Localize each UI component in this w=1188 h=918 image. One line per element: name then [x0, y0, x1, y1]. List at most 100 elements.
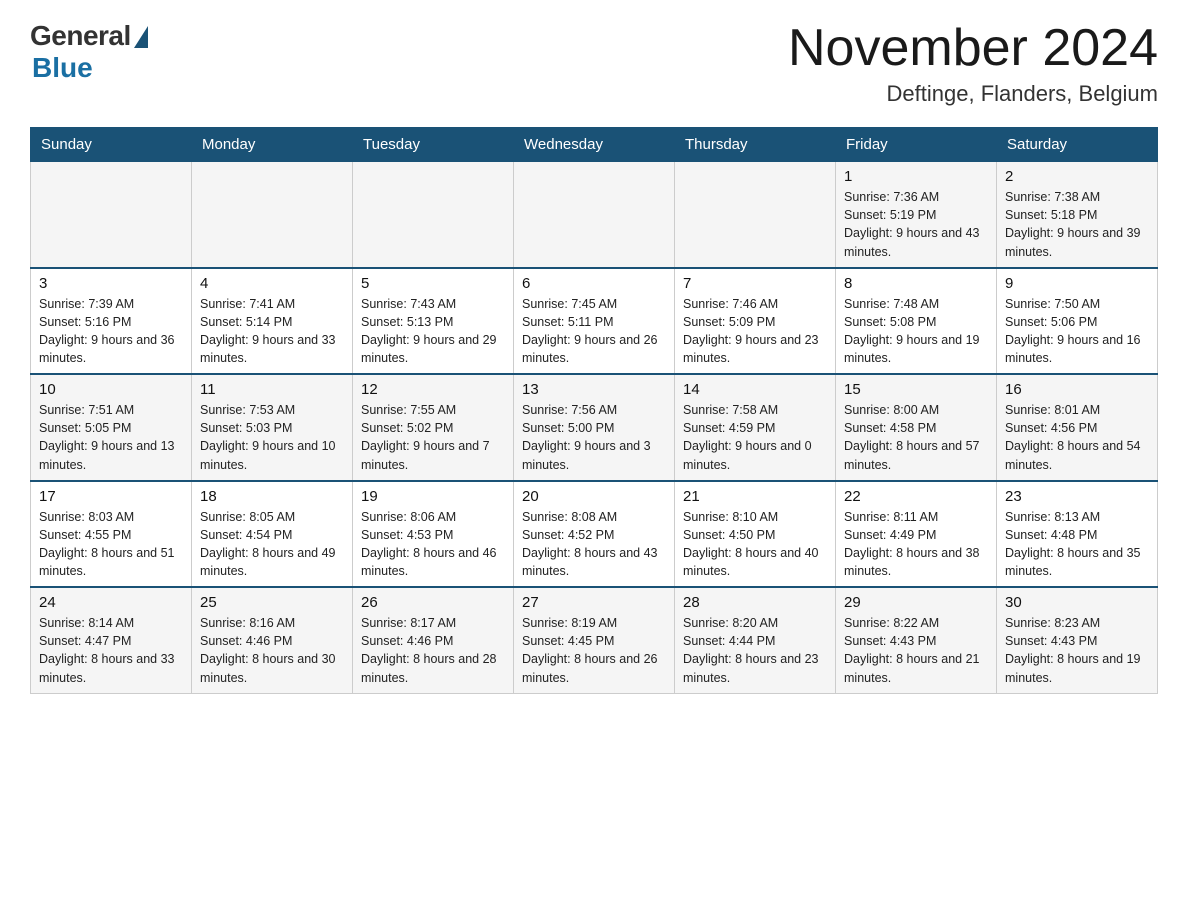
logo-general-text: General — [30, 20, 131, 52]
day-number: 3 — [39, 275, 183, 292]
day-number: 6 — [522, 275, 666, 292]
day-number: 28 — [683, 594, 827, 611]
day-number: 26 — [361, 594, 505, 611]
calendar-cell: 2Sunrise: 7:38 AMSunset: 5:18 PMDaylight… — [997, 162, 1158, 268]
day-number: 8 — [844, 275, 988, 292]
calendar-cell: 3 Sunrise: 7:39 AMSunset: 5:16 PMDaylight… — [31, 268, 192, 375]
day-number: 20 — [522, 488, 666, 505]
calendar-week-row: 24 Sunrise: 8:14 AMSunset: 4:47 PMDayligh… — [31, 587, 1158, 693]
day-info: Sunrise: 8:08 AMSunset: 4:52 PMDaylight:… — [522, 508, 666, 581]
day-info: Sunrise: 8:05 AMSunset: 4:54 PMDaylight:… — [200, 508, 344, 581]
calendar-cell: 15 Sunrise: 8:00 AMSunset: 4:58 PMDayligh… — [836, 374, 997, 481]
calendar-cell: 12 Sunrise: 7:55 AMSunset: 5:02 PMDayligh… — [353, 374, 514, 481]
calendar-cell: 18 Sunrise: 8:05 AMSunset: 4:54 PMDayligh… — [192, 481, 353, 588]
logo-blue-text: Blue — [32, 52, 93, 84]
calendar-cell — [353, 162, 514, 268]
calendar-cell: 30 Sunrise: 8:23 AMSunset: 4:43 PMDayligh… — [997, 587, 1158, 693]
calendar-cell: 16 Sunrise: 8:01 AMSunset: 4:56 PMDayligh… — [997, 374, 1158, 481]
calendar-cell: 19 Sunrise: 8:06 AMSunset: 4:53 PMDayligh… — [353, 481, 514, 588]
calendar-cell: 23 Sunrise: 8:13 AMSunset: 4:48 PMDayligh… — [997, 481, 1158, 588]
day-info: Sunrise: 7:36 AMSunset: 5:19 PMDaylight:… — [844, 188, 988, 261]
day-info: Sunrise: 8:22 AMSunset: 4:43 PMDaylight:… — [844, 614, 988, 687]
calendar-cell: 17Sunrise: 8:03 AMSunset: 4:55 PMDayligh… — [31, 481, 192, 588]
location-title: Deftinge, Flanders, Belgium — [788, 81, 1158, 107]
day-number: 27 — [522, 594, 666, 611]
calendar-cell: 10 Sunrise: 7:51 AMSunset: 5:05 PMDayligh… — [31, 374, 192, 481]
day-info: Sunrise: 7:39 AMSunset: 5:16 PMDaylight:… — [39, 295, 183, 368]
day-info: Sunrise: 8:01 AMSunset: 4:56 PMDaylight:… — [1005, 401, 1149, 474]
calendar-cell — [192, 162, 353, 268]
day-info: Sunrise: 7:43 AMSunset: 5:13 PMDaylight:… — [361, 295, 505, 368]
month-title: November 2024 — [788, 20, 1158, 77]
calendar-cell: 4Sunrise: 7:41 AMSunset: 5:14 PMDaylight… — [192, 268, 353, 375]
day-info: Sunrise: 7:46 AMSunset: 5:09 PMDaylight:… — [683, 295, 827, 368]
day-number: 4 — [200, 275, 344, 292]
day-info: Sunrise: 8:11 AMSunset: 4:49 PMDaylight:… — [844, 508, 988, 581]
day-info: Sunrise: 8:23 AMSunset: 4:43 PMDaylight:… — [1005, 614, 1149, 687]
day-info: Sunrise: 8:14 AMSunset: 4:47 PMDaylight:… — [39, 614, 183, 687]
page-header: General Blue November 2024 Deftinge, Fla… — [30, 20, 1158, 107]
weekday-header-saturday: Saturday — [997, 128, 1158, 162]
day-number: 21 — [683, 488, 827, 505]
weekday-header-friday: Friday — [836, 128, 997, 162]
day-info: Sunrise: 7:48 AMSunset: 5:08 PMDaylight:… — [844, 295, 988, 368]
day-info: Sunrise: 8:20 AMSunset: 4:44 PMDaylight:… — [683, 614, 827, 687]
day-info: Sunrise: 8:13 AMSunset: 4:48 PMDaylight:… — [1005, 508, 1149, 581]
day-number: 22 — [844, 488, 988, 505]
day-info: Sunrise: 7:45 AMSunset: 5:11 PMDaylight:… — [522, 295, 666, 368]
day-info: Sunrise: 8:17 AMSunset: 4:46 PMDaylight:… — [361, 614, 505, 687]
calendar-week-row: 10 Sunrise: 7:51 AMSunset: 5:05 PMDayligh… — [31, 374, 1158, 481]
title-block: November 2024 Deftinge, Flanders, Belgiu… — [788, 20, 1158, 107]
calendar-cell: 6 Sunrise: 7:45 AMSunset: 5:11 PMDaylight… — [514, 268, 675, 375]
day-number: 24 — [39, 594, 183, 611]
calendar-week-row: 1 Sunrise: 7:36 AMSunset: 5:19 PMDaylight… — [31, 162, 1158, 268]
calendar-cell: 28 Sunrise: 8:20 AMSunset: 4:44 PMDayligh… — [675, 587, 836, 693]
day-number: 13 — [522, 381, 666, 398]
day-number: 1 — [844, 168, 988, 185]
weekday-header-row: SundayMondayTuesdayWednesdayThursdayFrid… — [31, 128, 1158, 162]
day-number: 5 — [361, 275, 505, 292]
day-number: 19 — [361, 488, 505, 505]
day-number: 18 — [200, 488, 344, 505]
calendar-week-row: 17Sunrise: 8:03 AMSunset: 4:55 PMDayligh… — [31, 481, 1158, 588]
day-number: 29 — [844, 594, 988, 611]
day-number: 15 — [844, 381, 988, 398]
day-info: Sunrise: 7:51 AMSunset: 5:05 PMDaylight:… — [39, 401, 183, 474]
logo: General Blue — [30, 20, 148, 84]
calendar-cell: 27Sunrise: 8:19 AMSunset: 4:45 PMDayligh… — [514, 587, 675, 693]
day-number: 10 — [39, 381, 183, 398]
day-number: 7 — [683, 275, 827, 292]
day-info: Sunrise: 8:00 AMSunset: 4:58 PMDaylight:… — [844, 401, 988, 474]
day-info: Sunrise: 8:03 AMSunset: 4:55 PMDaylight:… — [39, 508, 183, 581]
day-number: 12 — [361, 381, 505, 398]
calendar-cell: 9 Sunrise: 7:50 AMSunset: 5:06 PMDaylight… — [997, 268, 1158, 375]
day-info: Sunrise: 7:55 AMSunset: 5:02 PMDaylight:… — [361, 401, 505, 474]
calendar-cell: 13 Sunrise: 7:56 AMSunset: 5:00 PMDayligh… — [514, 374, 675, 481]
weekday-header-tuesday: Tuesday — [353, 128, 514, 162]
day-info: Sunrise: 8:10 AMSunset: 4:50 PMDaylight:… — [683, 508, 827, 581]
calendar-cell: 5 Sunrise: 7:43 AMSunset: 5:13 PMDaylight… — [353, 268, 514, 375]
calendar-cell: 11 Sunrise: 7:53 AMSunset: 5:03 PMDayligh… — [192, 374, 353, 481]
calendar-cell: 8 Sunrise: 7:48 AMSunset: 5:08 PMDaylight… — [836, 268, 997, 375]
day-number: 9 — [1005, 275, 1149, 292]
day-info: Sunrise: 7:58 AMSunset: 4:59 PMDaylight:… — [683, 401, 827, 474]
calendar-cell: 1 Sunrise: 7:36 AMSunset: 5:19 PMDaylight… — [836, 162, 997, 268]
calendar-cell: 7 Sunrise: 7:46 AMSunset: 5:09 PMDaylight… — [675, 268, 836, 375]
day-info: Sunrise: 7:53 AMSunset: 5:03 PMDaylight:… — [200, 401, 344, 474]
day-info: Sunrise: 8:06 AMSunset: 4:53 PMDaylight:… — [361, 508, 505, 581]
day-info: Sunrise: 7:56 AMSunset: 5:00 PMDaylight:… — [522, 401, 666, 474]
day-info: Sunrise: 8:16 AMSunset: 4:46 PMDaylight:… — [200, 614, 344, 687]
day-info: Sunrise: 7:50 AMSunset: 5:06 PMDaylight:… — [1005, 295, 1149, 368]
calendar-cell — [675, 162, 836, 268]
day-number: 23 — [1005, 488, 1149, 505]
weekday-header-monday: Monday — [192, 128, 353, 162]
weekday-header-thursday: Thursday — [675, 128, 836, 162]
day-number: 11 — [200, 381, 344, 398]
logo-triangle-icon — [134, 26, 148, 48]
calendar-cell: 25 Sunrise: 8:16 AMSunset: 4:46 PMDayligh… — [192, 587, 353, 693]
day-number: 14 — [683, 381, 827, 398]
day-number: 16 — [1005, 381, 1149, 398]
day-number: 30 — [1005, 594, 1149, 611]
day-number: 25 — [200, 594, 344, 611]
calendar-cell — [514, 162, 675, 268]
